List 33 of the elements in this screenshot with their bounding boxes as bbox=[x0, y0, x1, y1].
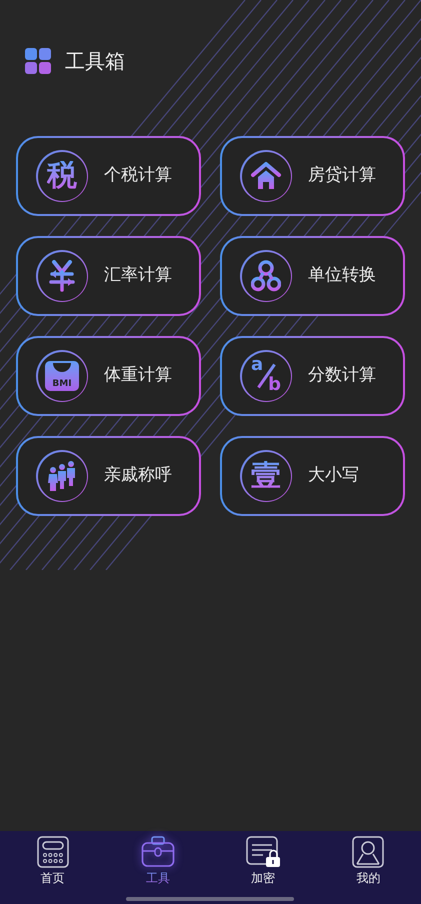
tool-button[interactable]: 单位转换 bbox=[220, 236, 405, 316]
tool-label: 分数计算 bbox=[308, 364, 376, 388]
glyph-icon: 壹 bbox=[251, 461, 281, 491]
yen-exchange-icon bbox=[47, 260, 77, 292]
tab-item[interactable]: 我的 bbox=[316, 836, 421, 887]
tool-label: 个税计算 bbox=[104, 164, 172, 188]
grid-icon bbox=[25, 48, 51, 74]
linked-circles-icon bbox=[251, 260, 281, 292]
tool-label: 大小写 bbox=[308, 464, 359, 488]
tool-label: 汇率计算 bbox=[104, 264, 172, 288]
profile-icon bbox=[352, 836, 384, 868]
tool-button[interactable]: 税 个税计算 bbox=[16, 136, 201, 216]
page-title: 工具箱 bbox=[65, 48, 125, 75]
tool-label: 房贷计算 bbox=[308, 164, 376, 188]
locked-document-icon bbox=[246, 836, 280, 868]
tool-button[interactable]: 壹 大小写 bbox=[220, 436, 405, 516]
tool-label: 体重计算 bbox=[104, 364, 172, 388]
house-icon bbox=[250, 161, 282, 191]
scale-icon: BMI bbox=[45, 361, 79, 391]
people-icon bbox=[47, 460, 77, 492]
glyph-icon: 税 bbox=[47, 161, 77, 191]
briefcase-icon bbox=[140, 836, 175, 868]
tab-item[interactable]: 工具 bbox=[105, 836, 210, 887]
tool-button[interactable]: a b 分数计算 bbox=[220, 336, 405, 416]
tool-button[interactable]: 房贷计算 bbox=[220, 136, 405, 216]
tool-label: 亲戚称呼 bbox=[104, 464, 172, 488]
tool-button[interactable]: 汇率计算 bbox=[16, 236, 201, 316]
calculator-icon bbox=[36, 836, 69, 868]
tool-button[interactable]: 亲戚称呼 bbox=[16, 436, 201, 516]
tool-button[interactable]: BMI 体重计算 bbox=[16, 336, 201, 416]
tab-item[interactable]: 加密 bbox=[210, 836, 316, 887]
tab-item[interactable]: 首页 bbox=[0, 836, 106, 887]
tool-label: 单位转换 bbox=[308, 264, 376, 288]
